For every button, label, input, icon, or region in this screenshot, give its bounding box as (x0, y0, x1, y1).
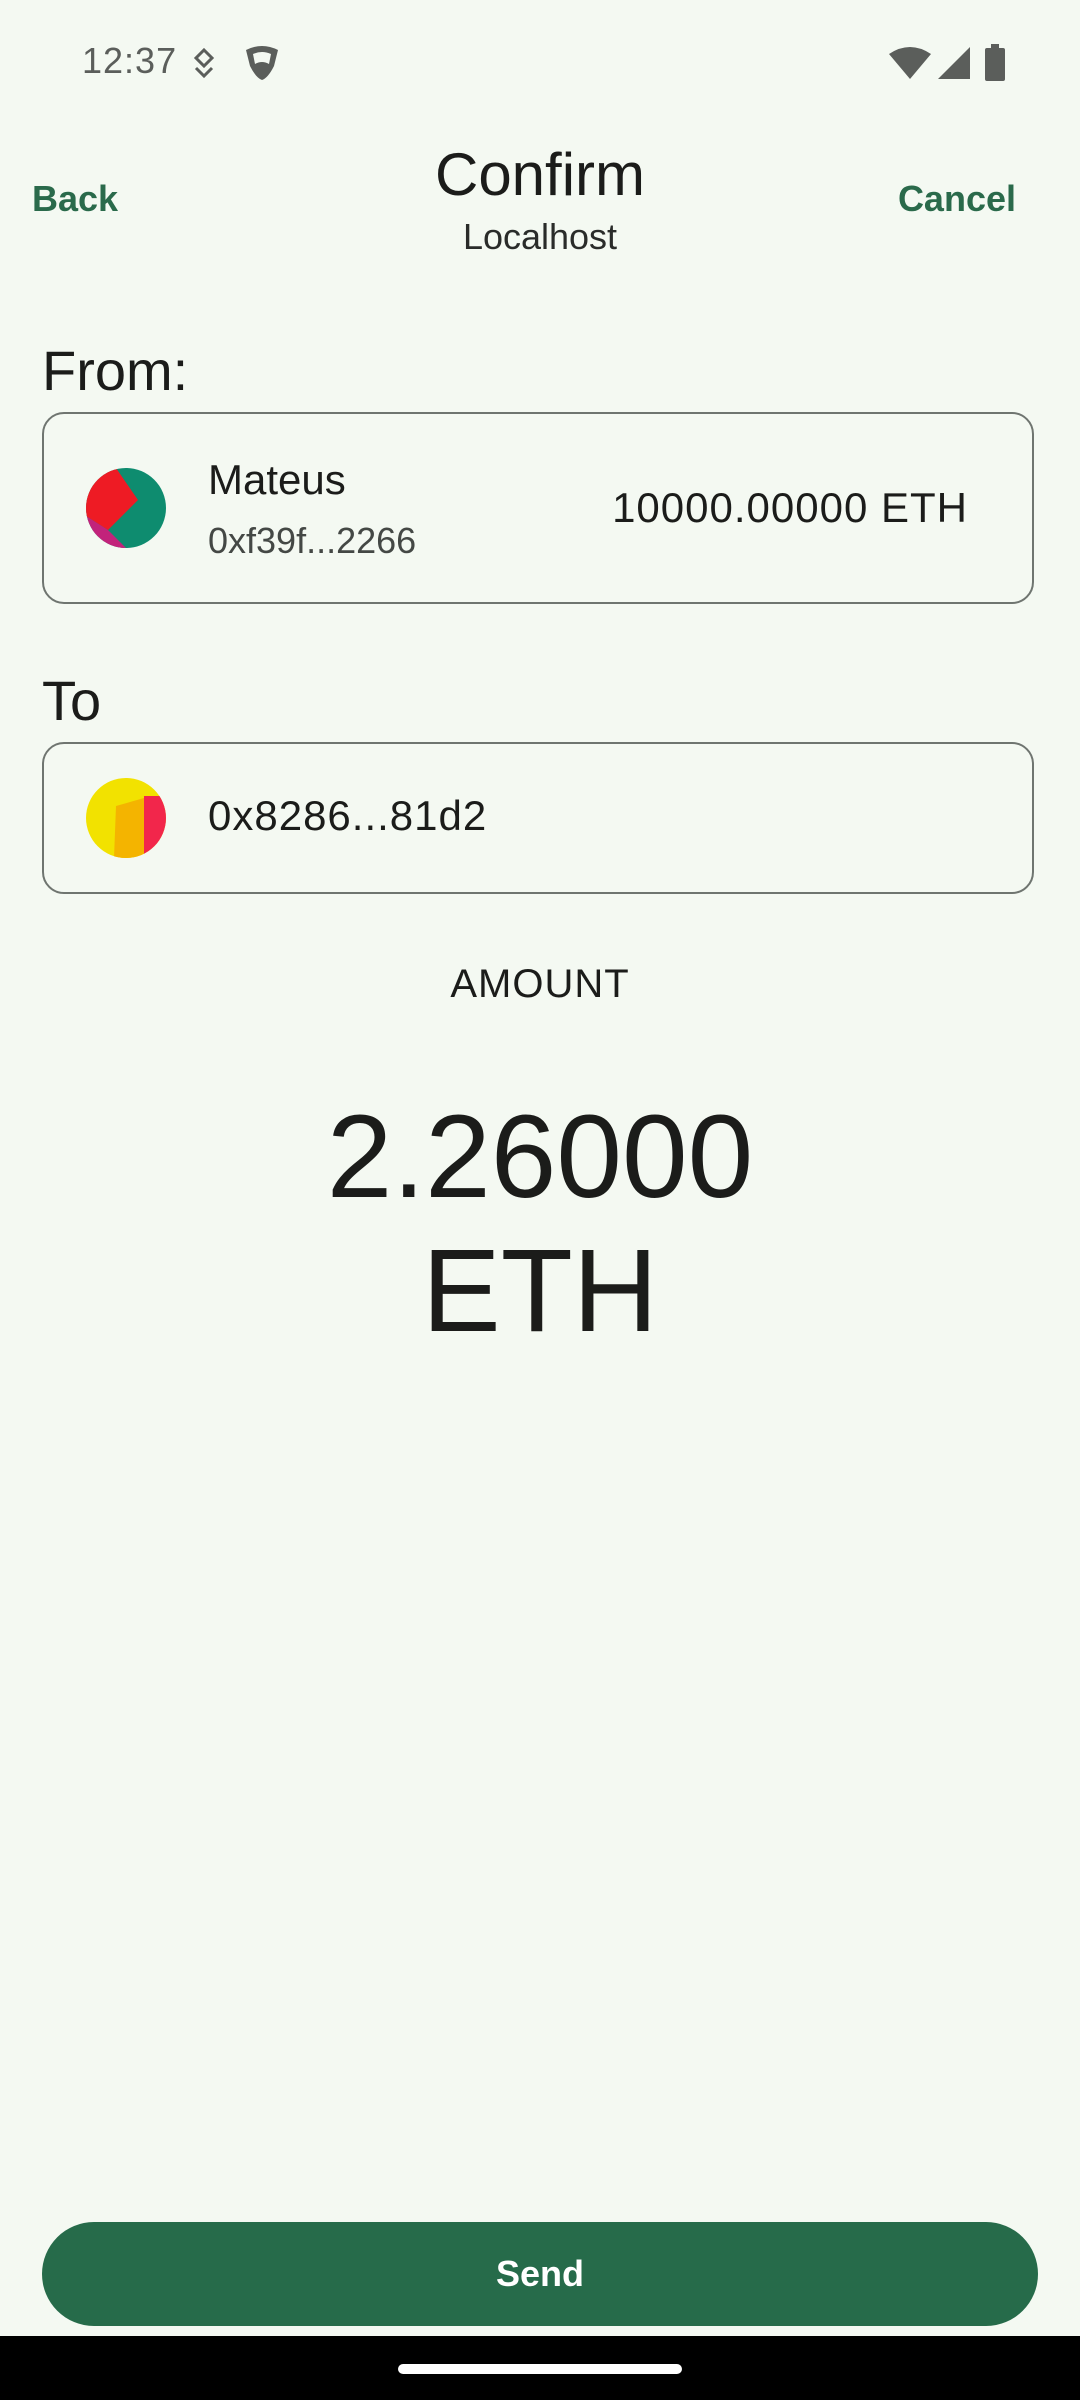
to-account-card[interactable]: 0x8286...81d2 (42, 742, 1034, 894)
wifi-icon (888, 46, 932, 80)
from-account-address: 0xf39f...2266 (208, 520, 416, 562)
to-label: To (42, 668, 101, 733)
battery-icon (984, 44, 1006, 82)
from-account-name: Mateus (208, 456, 346, 504)
from-account-avatar (86, 468, 166, 548)
navigation-bar (0, 2336, 1080, 2400)
cancel-button[interactable]: Cancel (898, 178, 1016, 220)
to-account-address: 0x8286...81d2 (208, 792, 487, 840)
notification-icon (190, 48, 218, 80)
page-subtitle: Localhost (0, 216, 1080, 258)
send-button[interactable]: Send (42, 2222, 1038, 2326)
amount-unit: ETH (0, 1224, 1080, 1358)
status-bar: 12:37 (0, 0, 1080, 120)
amount-value: 2.26000 (0, 1090, 1080, 1224)
from-label: From: (42, 338, 188, 403)
confirm-screen: 12:37 Back Confirm Localhost Cancel From… (0, 0, 1080, 2400)
shield-icon (244, 44, 280, 82)
amount-display: 2.26000 ETH (0, 1090, 1080, 1358)
to-account-avatar (86, 778, 166, 858)
status-time: 12:37 (82, 40, 177, 82)
home-indicator[interactable] (398, 2364, 682, 2374)
amount-label: AMOUNT (0, 962, 1080, 1007)
from-account-balance: 10000.00000 ETH (612, 484, 968, 532)
signal-icon (936, 46, 972, 80)
from-account-card[interactable]: Mateus 0xf39f...2266 10000.00000 ETH (42, 412, 1034, 604)
